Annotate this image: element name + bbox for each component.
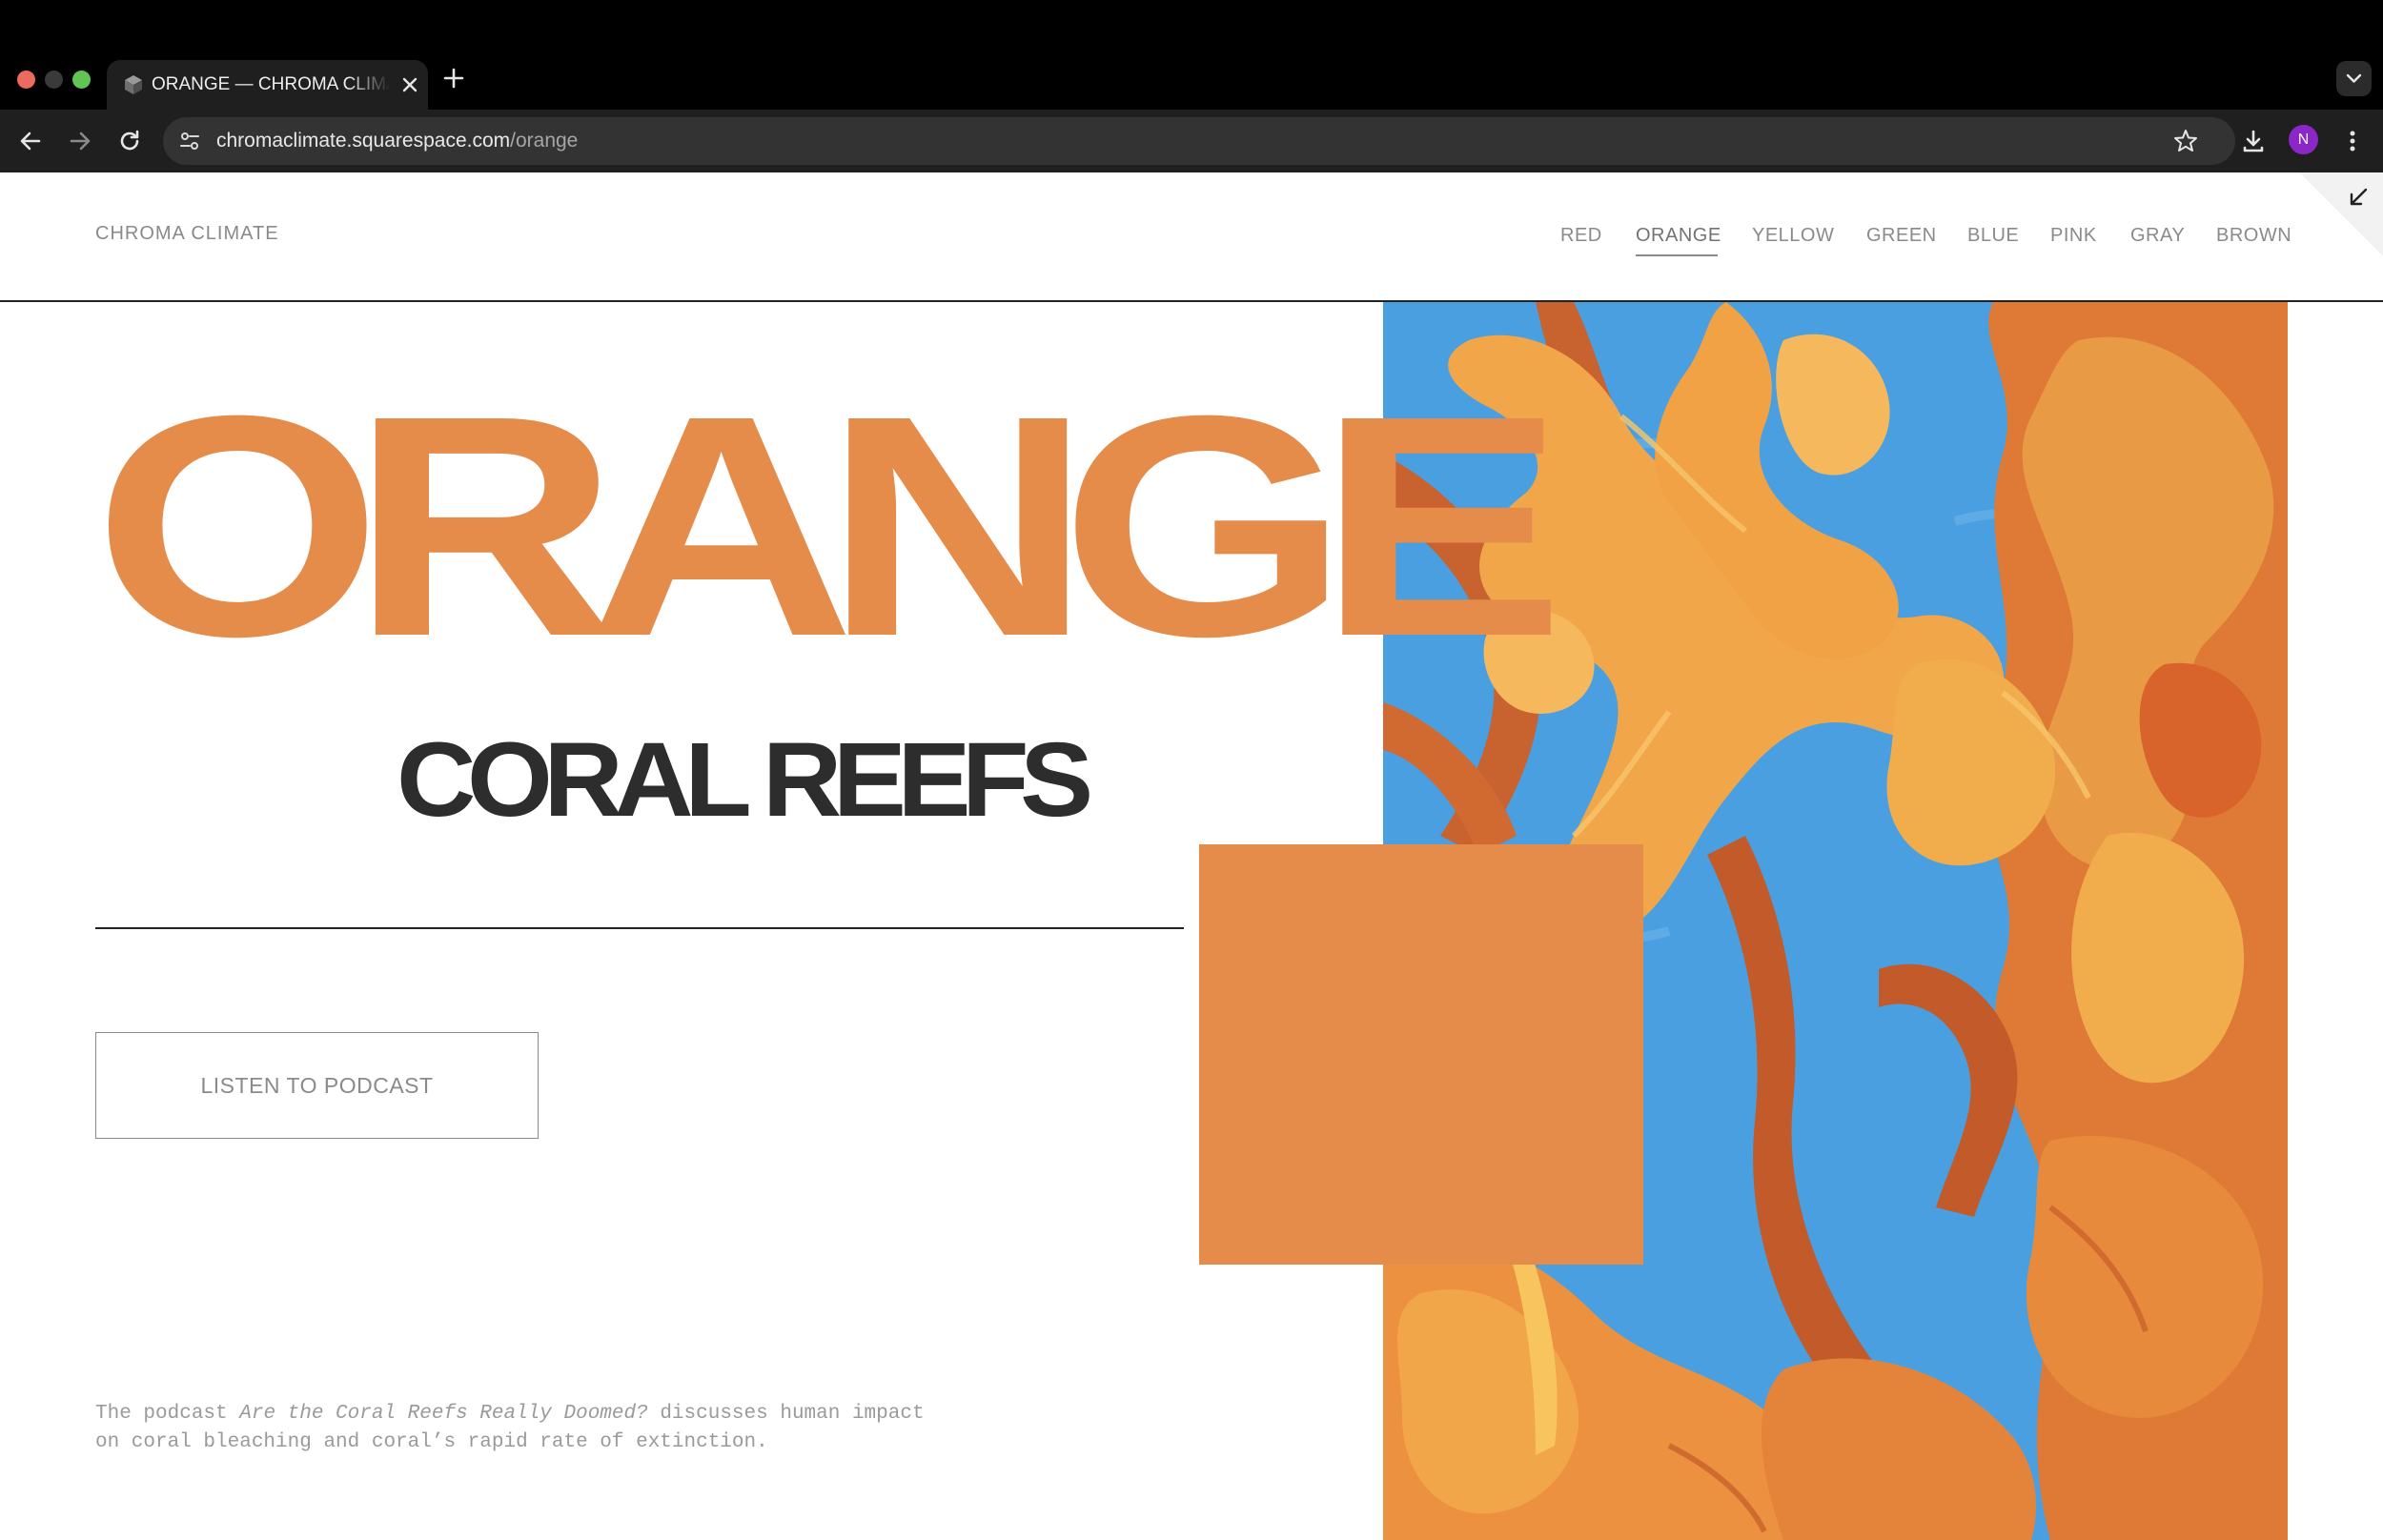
section-subtitle: CORAL REEFS	[397, 721, 1093, 839]
browser-tab-active[interactable]: ORANGE — CHROMA CLIMATE	[107, 60, 428, 110]
browser-tab-strip: ORANGE — CHROMA CLIMATE	[0, 0, 2383, 110]
nav-item-brown[interactable]: BROWN	[2216, 225, 2291, 247]
window-close-button[interactable]	[17, 71, 35, 89]
orange-accent-block	[1199, 844, 1643, 1265]
window-minimize-button[interactable]	[45, 71, 63, 89]
site-title[interactable]: CHROMA CLIMATE	[95, 223, 279, 245]
plus-icon[interactable]	[437, 61, 471, 95]
url-host: chromaclimate.squarespace.com	[216, 130, 511, 152]
address-bar[interactable]: chromaclimate.squarespace.com/orange	[163, 117, 2235, 165]
podcast-description: The podcast Are the Coral Reefs Really D…	[95, 1400, 934, 1457]
url-text[interactable]: chromaclimate.squarespace.com/orange	[216, 117, 578, 165]
window-maximize-button[interactable]	[72, 71, 91, 89]
cube-icon	[125, 75, 142, 94]
nav-item-green[interactable]: GREEN	[1866, 225, 1937, 247]
web-page: CHROMA CLIMATE RED ORANGE YELLOW GREEN B…	[0, 172, 2383, 1540]
tune-icon[interactable]	[177, 129, 202, 153]
nav-item-red[interactable]: RED	[1560, 225, 1602, 247]
nav-active-underline	[1636, 254, 1718, 256]
back-arrow-icon[interactable]	[13, 124, 48, 158]
forward-arrow-icon[interactable]	[63, 124, 97, 158]
kebab-menu-icon[interactable]	[2335, 124, 2370, 158]
listen-to-podcast-button[interactable]: LISTEN TO PODCAST	[95, 1032, 539, 1139]
nav-item-yellow[interactable]: YELLOW	[1752, 225, 1834, 247]
podcast-title: Are the Coral Reefs Really Doomed?	[239, 1403, 648, 1425]
reload-icon[interactable]	[112, 124, 147, 158]
exit-edit-corner[interactable]	[2299, 172, 2383, 256]
nav-item-pink[interactable]: PINK	[2050, 225, 2097, 247]
download-icon[interactable]	[2236, 124, 2271, 158]
profile-avatar[interactable]: N	[2289, 125, 2318, 154]
tab-title: ORANGE — CHROMA CLIMATE	[152, 74, 390, 94]
star-icon[interactable]	[2171, 127, 2200, 155]
chevron-down-icon	[2346, 73, 2362, 83]
hero-title: ORANGE	[93, 350, 1565, 701]
description-lead: The podcast	[95, 1403, 240, 1425]
nav-item-gray[interactable]: GRAY	[2130, 225, 2185, 247]
content-divider	[95, 927, 1184, 929]
url-path: /orange	[510, 130, 579, 152]
nav-item-blue[interactable]: BLUE	[1967, 225, 2019, 247]
collapse-arrow-icon	[2350, 188, 2368, 206]
close-icon[interactable]	[393, 68, 427, 102]
tab-search-button[interactable]	[2336, 61, 2372, 96]
nav-item-orange[interactable]: ORANGE	[1636, 225, 1721, 247]
